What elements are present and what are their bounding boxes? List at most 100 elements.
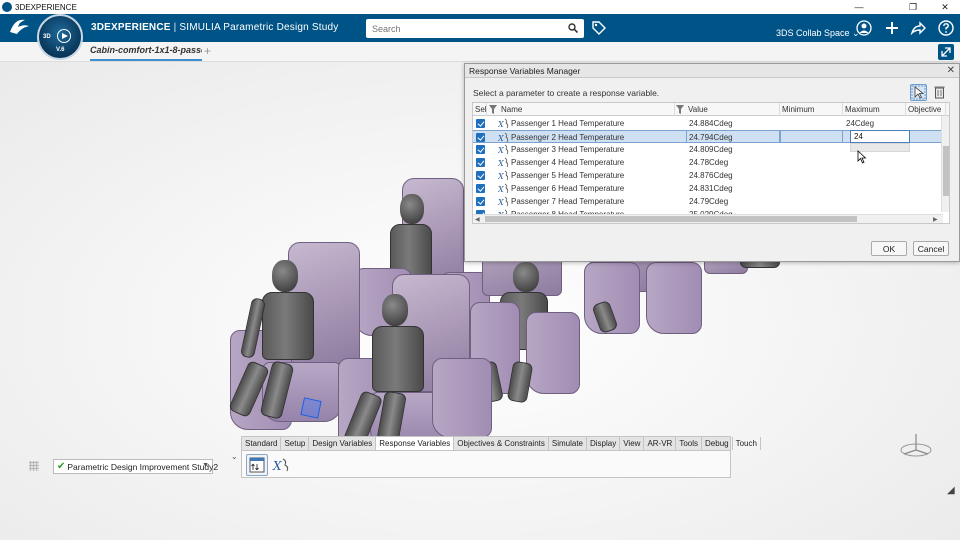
- action-tab-touch[interactable]: Touch: [733, 437, 761, 450]
- select-checkbox[interactable]: [476, 158, 485, 167]
- sensor-icon[interactable]: [300, 397, 322, 419]
- tag-icon[interactable]: [591, 20, 607, 36]
- vertical-scrollbar[interactable]: [941, 116, 949, 212]
- action-tab-view[interactable]: View: [620, 437, 645, 450]
- delete-icon[interactable]: [932, 84, 949, 101]
- cell-value[interactable]: 24.78Cdeg: [689, 156, 779, 169]
- add-icon[interactable]: [884, 20, 900, 36]
- action-bar-collapse-icon[interactable]: ⌄: [231, 452, 238, 461]
- vertical-scroll-thumb[interactable]: [943, 146, 949, 196]
- filter-icon[interactable]: [489, 105, 497, 114]
- cell-name[interactable]: Passenger 5 Head Temperature: [511, 169, 681, 182]
- action-tab-setup[interactable]: Setup: [281, 437, 310, 450]
- table-row[interactable]: X Passenger 4 Head Temperature 24.78Cdeg: [473, 156, 943, 169]
- col-value[interactable]: Value: [686, 103, 780, 116]
- action-tab-tools[interactable]: Tools: [676, 437, 703, 450]
- minimize-button[interactable]: —: [844, 0, 874, 14]
- cell-maximum[interactable]: [846, 169, 904, 182]
- add-tab-button[interactable]: +: [204, 44, 211, 58]
- brand-product: Parametric Design Study: [220, 22, 339, 33]
- cell-value[interactable]: 24.831Cdeg: [689, 182, 779, 195]
- cell-minimum[interactable]: [783, 156, 841, 169]
- select-checkbox[interactable]: [476, 184, 485, 193]
- col-name[interactable]: Name: [499, 103, 675, 116]
- action-tab-simulate[interactable]: Simulate: [549, 437, 587, 450]
- search-field[interactable]: [366, 19, 584, 38]
- dummy-head: [400, 194, 424, 224]
- dummy-head: [513, 262, 539, 292]
- expand-icon[interactable]: [938, 44, 954, 60]
- tab-cabin-comfort[interactable]: Cabin-comfort-1x1-8-passe: [90, 45, 202, 61]
- scroll-left-icon[interactable]: ◀: [475, 216, 480, 223]
- dialog-title-bar[interactable]: Response Variables Manager ✕: [465, 64, 959, 78]
- select-checkbox[interactable]: [476, 145, 485, 154]
- maximum-edit-input[interactable]: [850, 130, 910, 143]
- filter-icon[interactable]: [676, 105, 684, 114]
- select-checkbox[interactable]: [476, 119, 485, 128]
- cell-outline: [686, 131, 780, 143]
- action-tab-standard[interactable]: Standard: [242, 437, 282, 450]
- scroll-right-icon[interactable]: ▶: [933, 216, 938, 223]
- study-selector[interactable]: ✔ Parametric Design Improvement Study2 ▼: [53, 459, 218, 474]
- table-row[interactable]: X Passenger 5 Head Temperature 24.876Cdeg: [473, 169, 943, 182]
- cell-name[interactable]: Passenger 3 Head Temperature: [511, 143, 681, 156]
- 3ds-logo-icon[interactable]: [7, 16, 33, 41]
- cell-minimum[interactable]: [783, 117, 841, 130]
- action-tab-debug[interactable]: Debug: [702, 437, 733, 450]
- action-tab-display[interactable]: Display: [587, 437, 621, 450]
- compass-icon[interactable]: 3D V.6: [37, 14, 83, 60]
- cell-minimum[interactable]: [783, 143, 841, 156]
- horizontal-scrollbar[interactable]: ◀ ▶: [473, 214, 943, 223]
- viewport-corner-icon[interactable]: ◢: [947, 485, 955, 496]
- cell-maximum[interactable]: [846, 182, 904, 195]
- col-objective[interactable]: Objective: [906, 103, 946, 116]
- user-icon[interactable]: [856, 20, 872, 36]
- help-icon[interactable]: [938, 20, 954, 36]
- ok-button[interactable]: OK: [871, 241, 907, 256]
- cell-minimum[interactable]: [783, 182, 841, 195]
- cell-name[interactable]: Passenger 1 Head Temperature: [511, 117, 681, 130]
- cell-maximum[interactable]: [846, 195, 904, 208]
- table-row[interactable]: X Passenger 1 Head Temperature 24.884Cdeg 2…: [473, 117, 943, 130]
- dummy-torso: [372, 326, 424, 392]
- cell-name[interactable]: Passenger 4 Head Temperature: [511, 156, 681, 169]
- select-checkbox[interactable]: [476, 171, 485, 180]
- search-input[interactable]: [366, 19, 556, 38]
- cell-name[interactable]: Passenger 6 Head Temperature: [511, 182, 681, 195]
- cell-value[interactable]: 24.79Cdeg: [689, 195, 779, 208]
- select-mode-icon[interactable]: [910, 84, 927, 101]
- select-checkbox[interactable]: [476, 197, 485, 206]
- svg-text:X: X: [272, 459, 282, 473]
- cell-value[interactable]: 24.876Cdeg: [689, 169, 779, 182]
- col-minimum[interactable]: Minimum: [780, 103, 843, 116]
- cell-minimum[interactable]: [783, 169, 841, 182]
- cancel-button[interactable]: Cancel: [913, 241, 949, 256]
- close-icon[interactable]: ✕: [947, 64, 955, 78]
- cell-value[interactable]: 24.884Cdeg: [689, 117, 779, 130]
- cell-value[interactable]: 24.809Cdeg: [689, 143, 779, 156]
- action-tab-ar-vr[interactable]: AR-VR: [644, 437, 677, 450]
- table-row[interactable]: X Passenger 6 Head Temperature 24.831Cdeg: [473, 182, 943, 195]
- action-tab-response-variables[interactable]: Response Variables: [376, 437, 455, 450]
- table-row[interactable]: X Passenger 7 Head Temperature 24.79Cdeg: [473, 195, 943, 208]
- action-tab-objectives-constraints[interactable]: Objectives & Constraints: [454, 437, 549, 450]
- search-icon[interactable]: [568, 23, 578, 33]
- cell-minimum[interactable]: [783, 195, 841, 208]
- response-variable-icon[interactable]: X: [270, 454, 292, 476]
- cell-maximum[interactable]: 24Cdeg: [846, 117, 904, 130]
- cell-name[interactable]: Passenger 7 Head Temperature: [511, 195, 681, 208]
- horizontal-scroll-thumb[interactable]: [485, 216, 857, 222]
- close-window-button[interactable]: ✕: [930, 0, 960, 14]
- cell-maximum[interactable]: [846, 156, 904, 169]
- action-tab-design-variables[interactable]: Design Variables: [309, 437, 377, 450]
- response-variables-manager-button[interactable]: [246, 454, 268, 476]
- restore-button[interactable]: ❐: [898, 0, 928, 14]
- select-checkbox[interactable]: [476, 133, 485, 142]
- armrest: [432, 358, 492, 438]
- share-icon[interactable]: [910, 20, 926, 36]
- col-sel[interactable]: Sel: [473, 103, 487, 116]
- grip-handle-icon[interactable]: [29, 461, 39, 471]
- collab-space-selector[interactable]: 3DS Collab Space ⌄: [776, 28, 860, 39]
- col-maximum[interactable]: Maximum: [843, 103, 906, 116]
- axis-icon[interactable]: [898, 430, 934, 460]
